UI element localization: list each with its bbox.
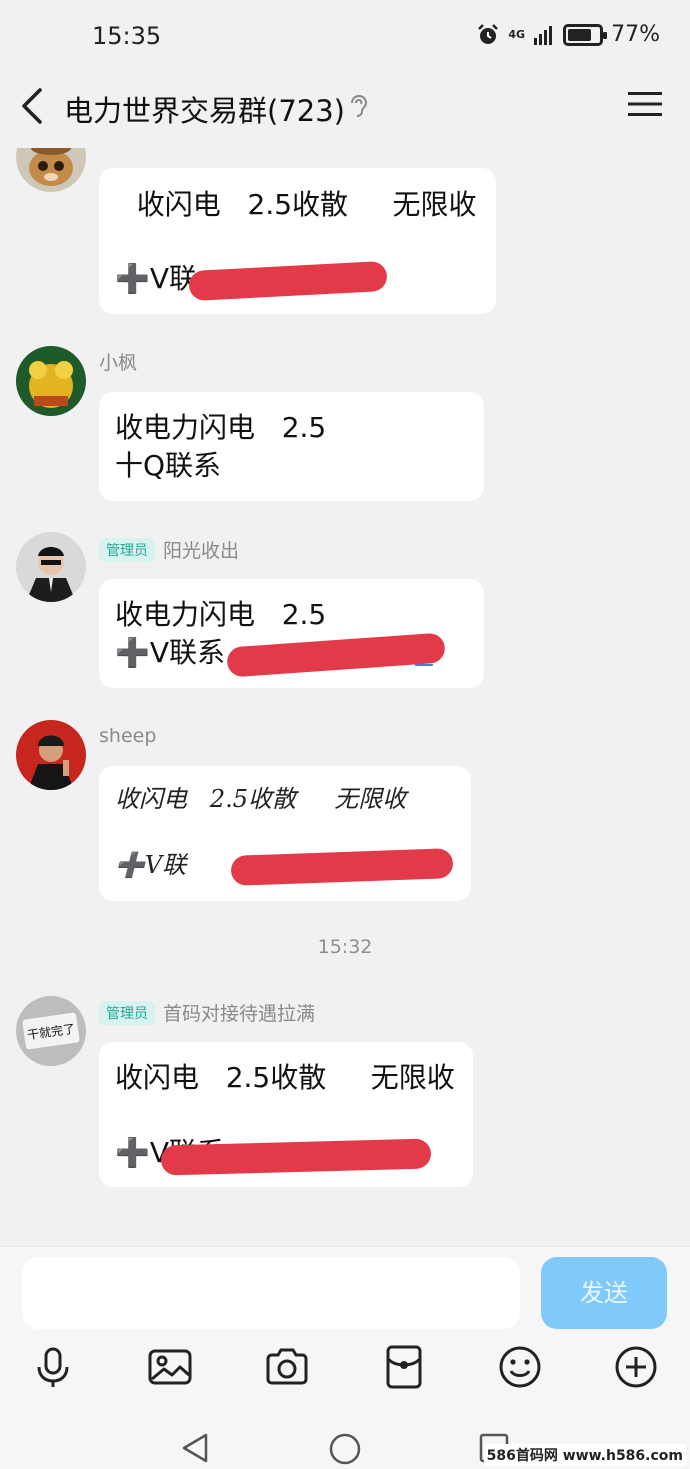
avatar[interactable] <box>16 720 86 790</box>
sender-label: 阳光收出 <box>163 540 240 562</box>
message-bubble[interactable]: 收闪电 2.5收散 无限收 ➕V联3 <box>99 168 496 314</box>
message-line: ➕V联 <box>115 851 187 879</box>
message-text: ➕V联系 <box>115 636 226 669</box>
sender-label: sheep <box>99 725 157 747</box>
battery-icon <box>563 23 608 46</box>
composer-bar: 发送 586首码网 www.h586.com <box>0 1246 690 1469</box>
sender-name: 管理员 阳光收出 <box>99 536 239 563</box>
admin-badge: 管理员 <box>99 537 155 562</box>
sender-name: 小枫 <box>99 348 137 375</box>
sender-label: 小枫 <box>99 352 138 374</box>
avatar[interactable] <box>16 148 86 192</box>
ear-icon <box>351 94 368 117</box>
status-time: 15:35 <box>92 22 162 50</box>
signal-icon <box>534 25 553 45</box>
message-bubble[interactable]: 收电力闪电 2.5 ➕V联系2 <box>99 579 484 688</box>
message-text: ➕V联 <box>115 262 198 295</box>
message-line: 收电力闪电 2.5 <box>115 411 327 444</box>
red-packet-icon[interactable] <box>380 1343 428 1391</box>
image-icon[interactable] <box>146 1343 194 1391</box>
nav-home-icon[interactable] <box>328 1432 362 1466</box>
sender-name: 管理员 首码对接待遇拉满 <box>99 999 315 1026</box>
admin-badge: 管理员 <box>99 1000 155 1025</box>
message-line: 收闪电 2.5收散 无限收 <box>119 188 477 221</box>
message-line: 收电力闪电 2.5 <box>115 598 327 631</box>
avatar[interactable] <box>16 532 86 602</box>
message-input[interactable] <box>22 1257 520 1329</box>
back-arrow-icon[interactable] <box>16 84 52 128</box>
watermark: 586首码网 www.h586.com <box>483 1444 686 1466</box>
avatar[interactable]: 干就完了 <box>16 996 86 1066</box>
group-title[interactable]: 电力世界交易群(723) <box>64 88 345 130</box>
emoji-icon[interactable] <box>496 1343 544 1391</box>
status-indicators: 4G 77% <box>476 22 660 47</box>
network-type: 4G <box>508 27 526 41</box>
menu-icon[interactable] <box>628 90 662 118</box>
status-bar: 15:35 4G 77% <box>0 0 690 72</box>
avatar[interactable] <box>16 346 86 416</box>
message-line: 收闪电 2.5收散 无限收 <box>115 1061 455 1094</box>
redaction-mark <box>160 1138 432 1176</box>
message-list[interactable]: 收闪电 2.5收散 无限收 ➕V联3 小枫 收电力闪电 2.5 十Q联系 管理员 <box>0 148 690 1246</box>
battery-percent: 77% <box>611 22 660 47</box>
microphone-icon[interactable] <box>29 1343 77 1391</box>
redaction-mark <box>230 848 454 886</box>
sender-name: sheep <box>99 725 156 747</box>
message-line: 收闪电 2.5收散 无限收 <box>115 785 407 813</box>
camera-icon[interactable] <box>263 1343 311 1391</box>
alarm-icon <box>478 23 499 44</box>
chat-header: 电力世界交易群(723) <box>0 72 690 148</box>
message-line: 十Q联系 <box>115 449 222 482</box>
plus-icon[interactable] <box>612 1343 660 1391</box>
time-separator: 15:32 <box>317 936 373 958</box>
sender-label: 首码对接待遇拉满 <box>163 1003 316 1025</box>
message-bubble[interactable]: 收闪电 2.5收散 无限收 ➕V联 <box>99 766 471 901</box>
send-button[interactable]: 发送 <box>541 1257 667 1329</box>
message-bubble[interactable]: 收闪电 2.5收散 无限收 ➕V联系 <box>99 1042 473 1187</box>
nav-back-icon[interactable] <box>180 1432 210 1464</box>
message-bubble[interactable]: 收电力闪电 2.5 十Q联系 <box>99 392 484 501</box>
